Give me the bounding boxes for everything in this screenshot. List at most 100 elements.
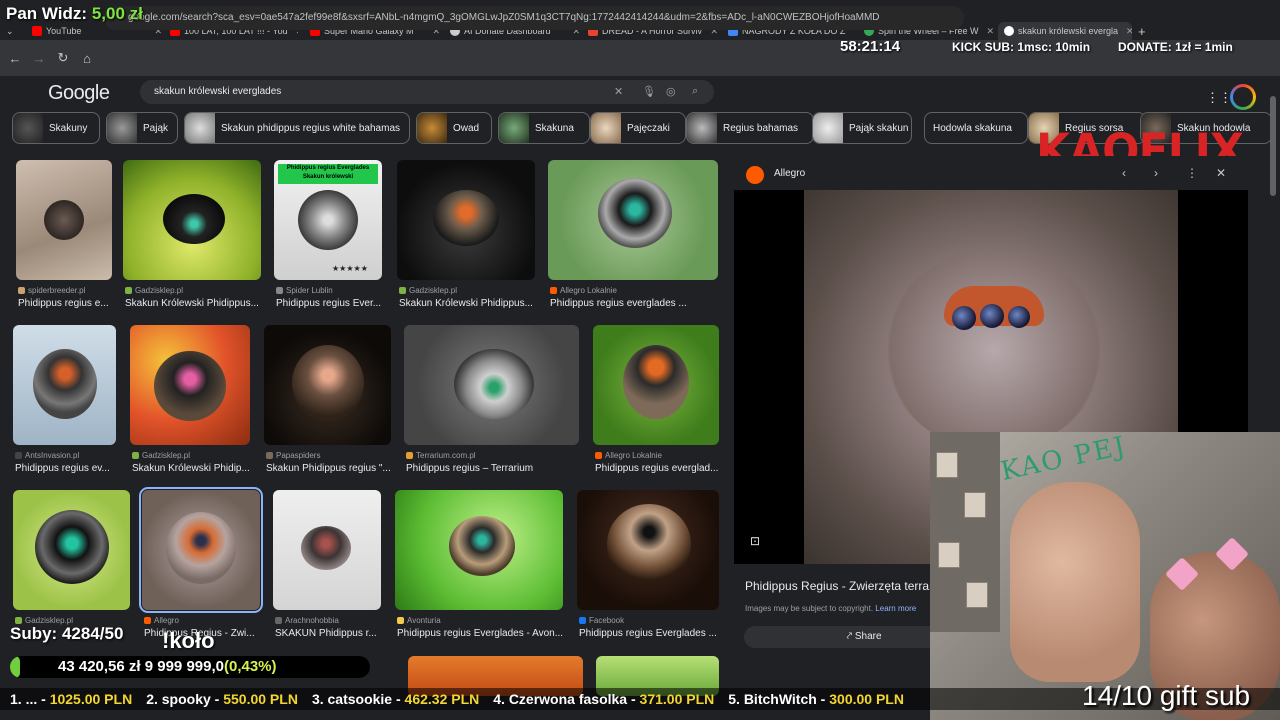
reload-icon[interactable]: ↻: [54, 49, 72, 67]
chip[interactable]: Pająk: [106, 112, 178, 144]
tab-label: skakun królewski evergla: [1018, 26, 1119, 36]
favicon-icon: [144, 617, 151, 624]
scrollbar[interactable]: [1270, 96, 1276, 196]
result-image[interactable]: [123, 160, 261, 280]
result-image[interactable]: [13, 325, 116, 445]
result-title[interactable]: SKAKUN Phidippus r...: [275, 628, 383, 639]
overlay-streamer: Pan Widz: 5,00 zł: [6, 4, 143, 24]
overlay-gift-sub: 14/10 gift sub: [1082, 680, 1251, 711]
result-title[interactable]: Phidippus regius ev...: [15, 463, 118, 474]
preview-site-name[interactable]: Allegro: [774, 168, 805, 179]
chip[interactable]: Regius bahamas: [686, 112, 814, 144]
more-icon[interactable]: ⋮: [1186, 166, 1198, 180]
result-image[interactable]: [139, 487, 263, 613]
chip[interactable]: Skakuna: [498, 112, 590, 144]
spider-eye: [952, 306, 976, 330]
result-image[interactable]: [548, 160, 718, 280]
close-icon[interactable]: ✕: [1122, 26, 1132, 37]
result-image[interactable]: [593, 325, 719, 445]
result-image[interactable]: Phidippus regius Everglades Skakun króle…: [274, 160, 382, 280]
cam-scribble: KAO PEJ: [998, 432, 1130, 487]
forward-arrow-icon[interactable]: →: [30, 49, 48, 67]
result-image[interactable]: [273, 490, 381, 610]
result-source: Avonturia: [397, 616, 441, 625]
result-title[interactable]: Skakun Phidippus regius "...: [266, 463, 393, 474]
result-image[interactable]: [395, 490, 563, 610]
chevron-right-icon[interactable]: ›: [1154, 166, 1158, 180]
chip[interactable]: Skakuny: [12, 112, 100, 144]
result-image[interactable]: [404, 325, 579, 445]
result-title[interactable]: Phidippus regius Ever...: [276, 298, 384, 309]
back-arrow-icon[interactable]: ←: [6, 49, 24, 67]
chip[interactable]: Pajęczaki: [590, 112, 686, 144]
progress-fill: [10, 656, 20, 678]
result-title[interactable]: Phidippus regius everglades ...: [550, 298, 720, 309]
google-logo[interactable]: Google: [48, 82, 110, 105]
chevron-left-icon[interactable]: ‹: [1122, 166, 1126, 180]
result-title[interactable]: Skakun Królewski Phidip...: [132, 463, 252, 474]
chip-thumbnail: [13, 113, 43, 143]
search-icon[interactable]: ⌕: [692, 85, 698, 98]
search-box[interactable]: skakun królewski everglades ✕ 🎙 ◎ ⌕: [140, 80, 714, 104]
source-label: Gadzisklep.pl: [135, 286, 184, 295]
home-icon[interactable]: ⌂: [78, 49, 96, 67]
favicon-icon: [579, 617, 586, 624]
spider-shape: [154, 351, 226, 421]
source-label: AntsInvasion.pl: [25, 451, 80, 460]
chip[interactable]: Owad: [416, 112, 492, 144]
result-title[interactable]: Skakun Królewski Phidippus...: [125, 298, 263, 309]
chip[interactable]: Pająk skakun: [812, 112, 912, 144]
spider-eye: [1008, 306, 1030, 328]
result-title[interactable]: Phidippus regius Everglades - Avon...: [397, 628, 565, 639]
result-image[interactable]: [264, 325, 391, 445]
tab-label: YouTube: [46, 26, 82, 36]
close-icon[interactable]: ✕: [983, 26, 994, 37]
tab-search-button[interactable]: ⌄: [6, 22, 24, 40]
tab-google-active[interactable]: skakun królewski evergla ✕: [998, 22, 1132, 40]
chip[interactable]: Hodowla skakuna: [924, 112, 1028, 144]
result-image[interactable]: [130, 325, 250, 445]
ticker-value: 371.00 PLN: [639, 691, 715, 707]
favicon-icon: [397, 617, 404, 624]
spider-shape: [44, 200, 84, 240]
ticker-entry: 5. BitchWitch - 300.00 PLN: [728, 691, 904, 707]
favicon-icon: [550, 287, 557, 294]
source-label: Papaspiders: [276, 451, 321, 460]
mic-icon[interactable]: 🎙: [642, 85, 656, 98]
result-image[interactable]: [397, 160, 535, 280]
spider-shape: [301, 526, 351, 570]
url-field[interactable]: google.com/search?sca_esv=0ae547a2fef99e…: [104, 6, 964, 30]
result-image[interactable]: [13, 490, 130, 610]
favicon-icon: [266, 452, 273, 459]
chip[interactable]: Skakun phidippus regius white bahamas: [184, 112, 410, 144]
result-image[interactable]: [16, 160, 112, 280]
spider-shape: [33, 349, 97, 419]
close-icon[interactable]: ✕: [1216, 166, 1226, 180]
result-title[interactable]: Phidippus regius everglad...: [595, 463, 721, 474]
lens-search-icon[interactable]: ⊡: [750, 534, 760, 548]
result-source: Allegro Lokalnie: [550, 286, 617, 295]
clear-icon[interactable]: ✕: [614, 85, 623, 98]
screen: ⌄ YouTube✕ 100 LAT, 100 LAT !!! - You✕ S…: [0, 0, 1280, 720]
search-input[interactable]: skakun królewski everglades: [154, 86, 281, 97]
favicon-icon: [276, 287, 283, 294]
new-tab-button[interactable]: +: [1138, 22, 1152, 40]
result-title[interactable]: Phidippus regius Everglades ...: [579, 628, 721, 639]
preview-title[interactable]: Phidippus Regius - Zwierzęta terrar: [745, 579, 933, 593]
webcam-feed: KAO PEJ: [930, 432, 1280, 720]
donation-progress-bar: 43 420,56 zł 9 999 999,0(0,43%): [10, 656, 370, 678]
result-image[interactable]: [577, 490, 719, 610]
learn-more-link[interactable]: Learn more: [875, 604, 916, 613]
pinned-photo: [964, 492, 986, 518]
favicon-icon: [399, 287, 406, 294]
result-title[interactable]: Skakun Królewski Phidippus...: [399, 298, 537, 309]
result-title[interactable]: Phidippus regius – Terrarium: [406, 463, 581, 474]
favicon-icon: [15, 452, 22, 459]
account-avatar[interactable]: [1230, 84, 1256, 110]
source-label: Allegro Lokalnie: [605, 451, 662, 460]
source-label: Arachnohobbia: [285, 616, 339, 625]
lens-icon[interactable]: ◎: [666, 85, 676, 98]
apps-grid-icon[interactable]: ⋮⋮: [1206, 90, 1232, 106]
result-title[interactable]: Phidippus regius e...: [18, 298, 114, 309]
spider-eye: [980, 304, 1004, 328]
